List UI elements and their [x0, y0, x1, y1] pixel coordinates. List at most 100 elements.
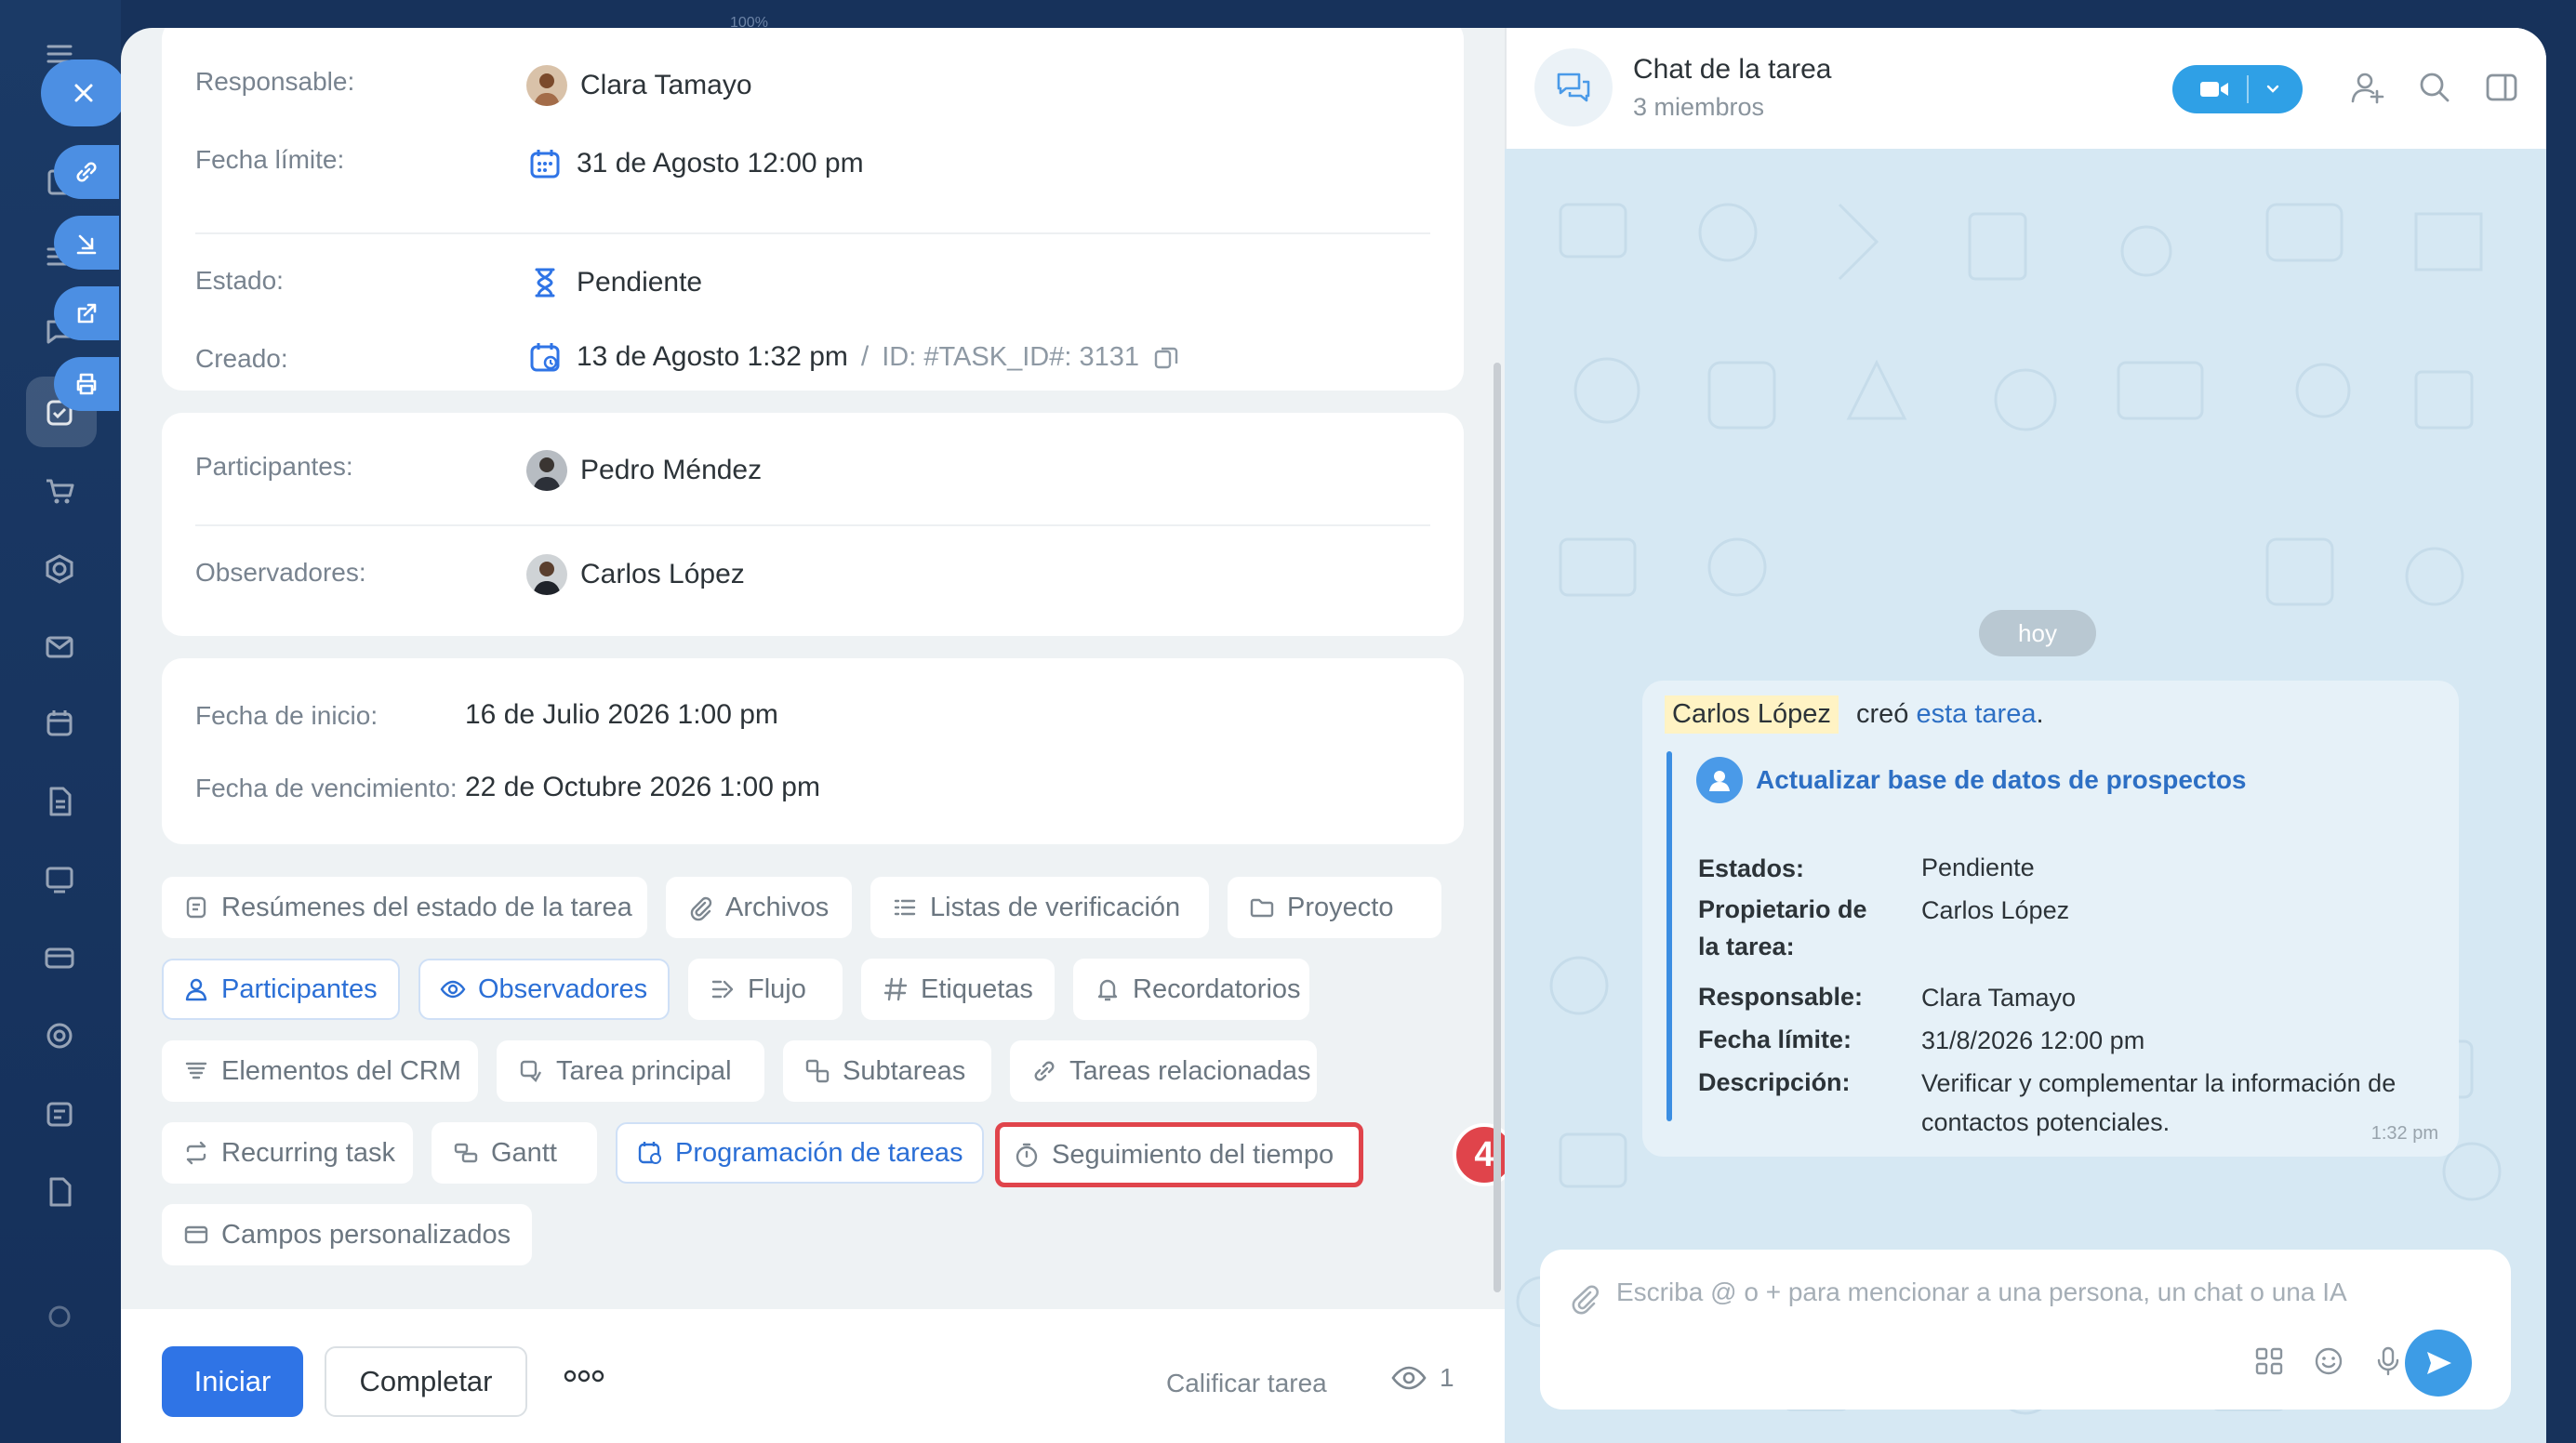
- task-link[interactable]: esta tarea: [1916, 699, 2036, 729]
- task-chat-panel: Chat de la tarea 3 miembros hoy Carlos L…: [1505, 28, 2546, 1443]
- chat-members-count[interactable]: 3 miembros: [1633, 93, 1764, 122]
- crm-chip[interactable]: Elementos del CRM: [162, 1040, 478, 1102]
- task-detail-panel: Responsable: Clara Tamayo Fecha límite: …: [121, 28, 1505, 1443]
- responsible-field[interactable]: Clara Tamayo: [526, 65, 752, 106]
- id-separator: /: [860, 341, 870, 372]
- avatar: [526, 554, 567, 595]
- start-button[interactable]: Iniciar: [162, 1346, 303, 1417]
- close-icon: [74, 84, 93, 102]
- chip-label: Proyecto: [1287, 892, 1394, 922]
- close-slider-button[interactable]: [41, 60, 126, 126]
- responsible-name: Clara Tamayo: [580, 70, 752, 100]
- copy-icon[interactable]: [1152, 343, 1180, 371]
- chip-label: Gantt: [491, 1137, 557, 1168]
- folder-icon: [1250, 898, 1274, 918]
- observer-name: Carlos López: [580, 559, 745, 589]
- send-button[interactable]: [2405, 1330, 2472, 1397]
- description-line1: Verificar y complementar la información …: [1921, 1069, 2397, 1097]
- responsible-label: Responsable:: [195, 67, 355, 96]
- summaries-chip[interactable]: Resúmenes del estado de la tarea: [162, 877, 647, 938]
- message-action: creó: [1856, 699, 1909, 729]
- due-date-value[interactable]: 22 de Octubre 2026 1:00 pm: [465, 772, 820, 803]
- task-card-title[interactable]: Actualizar base de datos de prospectos: [1696, 757, 2247, 803]
- goals-icon[interactable]: [35, 1012, 84, 1060]
- add-member-icon[interactable]: [2349, 69, 2386, 106]
- avatar: [526, 65, 567, 106]
- hash-icon: [883, 977, 908, 1001]
- participant-user[interactable]: Pedro Méndez: [526, 450, 762, 491]
- observers-chip[interactable]: Observadores: [418, 959, 670, 1020]
- description-line2: contactos potenciales.: [1921, 1108, 2171, 1136]
- start-date-value[interactable]: 16 de Julio 2026 1:00 pm: [465, 699, 778, 731]
- print-button[interactable]: [54, 357, 119, 411]
- participants-chip[interactable]: Participantes: [162, 959, 400, 1020]
- deadline-field[interactable]: 31 de Agosto 12:00 pm: [526, 145, 864, 182]
- open-new-window-button[interactable]: [54, 286, 119, 340]
- status-label: Estado:: [195, 266, 284, 295]
- chat-bubbles-icon: [1557, 73, 1590, 102]
- time-tracking-chip[interactable]: Seguimiento del tiempo: [995, 1122, 1363, 1187]
- reminders-chip[interactable]: Recordatorios: [1073, 959, 1309, 1020]
- scrollbar[interactable]: [1494, 363, 1501, 1292]
- calendar-icon[interactable]: [35, 699, 84, 748]
- document-icon[interactable]: [35, 777, 84, 826]
- chip-label: Observadores: [478, 973, 648, 1004]
- checklists-chip[interactable]: Listas de verificación: [870, 877, 1209, 938]
- crm-icon: [185, 1062, 207, 1079]
- search-icon[interactable]: [2416, 69, 2453, 106]
- minimize-button[interactable]: [54, 216, 119, 270]
- recurring-task-chip[interactable]: Recurring task: [162, 1122, 413, 1184]
- project-chip[interactable]: Proyecto: [1228, 877, 1441, 938]
- complete-button[interactable]: Completar: [325, 1346, 527, 1417]
- calendar-icon: [530, 150, 560, 179]
- task-main-fields-card: Responsable: Clara Tamayo Fecha límite: …: [162, 28, 1464, 391]
- scheduling-chip[interactable]: Programación de tareas: [616, 1122, 984, 1184]
- payments-icon[interactable]: [35, 933, 84, 982]
- participants-label: Participantes:: [195, 452, 353, 481]
- files-chip[interactable]: Archivos: [666, 877, 852, 938]
- tags-chip[interactable]: Etiquetas: [861, 959, 1055, 1020]
- apps-grid-icon[interactable]: [2252, 1344, 2286, 1378]
- link-icon: [76, 162, 97, 182]
- parent-task-chip[interactable]: Tarea principal: [497, 1040, 764, 1102]
- related-tasks-chip[interactable]: Tareas relacionadas: [1010, 1040, 1317, 1102]
- more-options-icon[interactable]: [564, 1367, 604, 1385]
- paperclip-icon[interactable]: [1568, 1281, 1601, 1315]
- video-call-button[interactable]: [2172, 65, 2303, 113]
- owner-label-line2: la tarea:: [1698, 933, 1795, 960]
- task-dates-card: Fecha de inicio: 16 de Julio 2026 1:00 p…: [162, 658, 1464, 844]
- microphone-icon[interactable]: [2371, 1344, 2405, 1378]
- rate-task-link[interactable]: Calificar tarea: [1166, 1369, 1327, 1398]
- gantt-chip[interactable]: Gantt: [432, 1122, 597, 1184]
- owner-label-line1: Propietario de: [1698, 895, 1867, 923]
- message-input[interactable]: Escriba @ o + para mencionar a una perso…: [1616, 1278, 2347, 1307]
- due-date-label: Fecha de vencimiento:: [195, 774, 458, 802]
- mail-icon[interactable]: [35, 623, 84, 671]
- sites-icon[interactable]: [35, 545, 84, 593]
- signature-icon[interactable]: [35, 1168, 84, 1216]
- contact-center-icon[interactable]: [35, 855, 84, 904]
- person-icon: [185, 978, 207, 1001]
- created-label: Creado:: [195, 344, 288, 373]
- message-author[interactable]: Carlos López: [1665, 695, 1839, 734]
- custom-fields-chip[interactable]: Campos personalizados: [162, 1204, 532, 1265]
- subtasks-chip[interactable]: Subtareas: [783, 1040, 991, 1102]
- flow-chip[interactable]: Flujo: [688, 959, 843, 1020]
- copy-link-button[interactable]: [54, 145, 119, 199]
- chip-label: Flujo: [748, 973, 806, 1004]
- observers-label: Observadores:: [195, 558, 366, 587]
- emoji-icon[interactable]: [2312, 1344, 2345, 1378]
- chat-title: Chat de la tarea: [1633, 54, 1832, 85]
- observer-user[interactable]: Carlos López: [526, 554, 745, 595]
- flow-icon: [711, 980, 734, 999]
- views-counter[interactable]: 1: [1391, 1363, 1454, 1393]
- form-icon: [184, 1225, 208, 1244]
- sidebar-toggle-icon[interactable]: [2483, 69, 2520, 106]
- quote-bar: [1666, 751, 1672, 1121]
- chat-deadline-value: 31/8/2026 12:00 pm: [1921, 1026, 2145, 1054]
- parent-task-icon: [520, 1060, 542, 1082]
- settings-icon[interactable]: [35, 1292, 84, 1341]
- cart-icon[interactable]: [35, 467, 84, 515]
- status-field: Pendiente: [526, 264, 702, 301]
- planner-icon[interactable]: [35, 1090, 84, 1138]
